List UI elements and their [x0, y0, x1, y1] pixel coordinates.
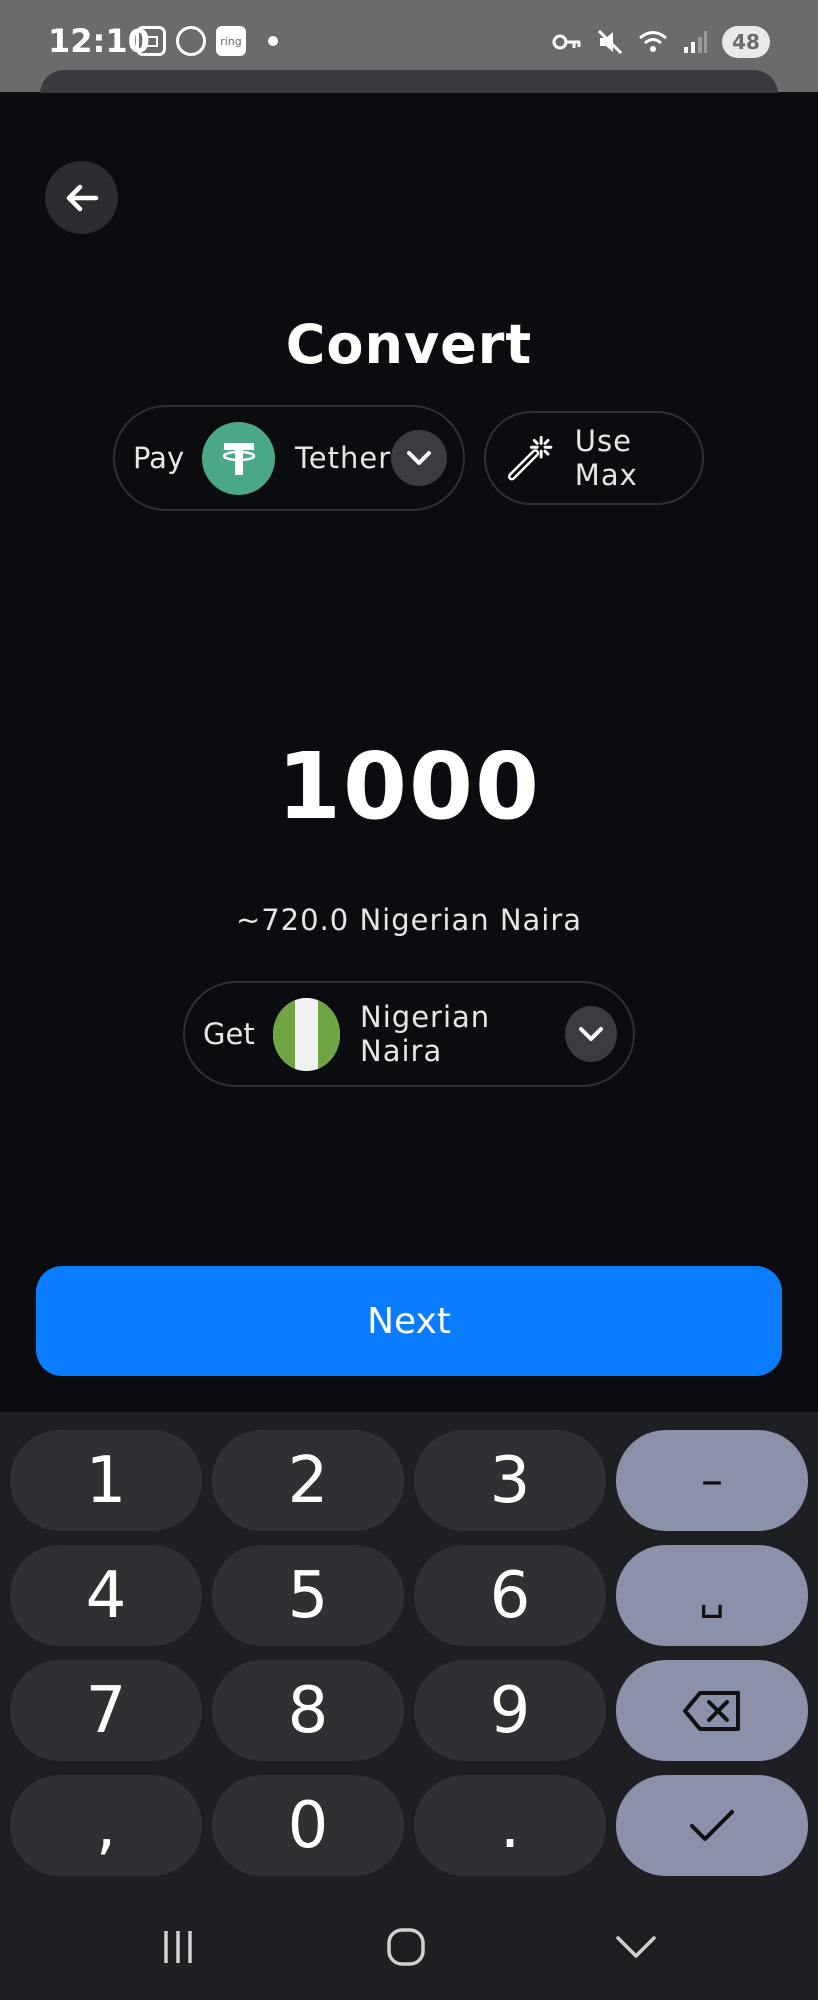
- key-7[interactable]: 7: [10, 1660, 202, 1761]
- get-currency-name: Nigerian Naira: [360, 1000, 491, 1068]
- pay-currency-selector[interactable]: Pay Tether: [113, 405, 465, 511]
- status-notification-icons: ring: [136, 26, 278, 56]
- vpn-key-icon: [552, 34, 581, 50]
- home-button[interactable]: [366, 1917, 446, 1977]
- key-3[interactable]: 3: [414, 1430, 606, 1531]
- pay-currency-name: Tether: [294, 441, 392, 475]
- get-dropdown-button[interactable]: [565, 1006, 617, 1062]
- page-title: Convert: [285, 313, 533, 376]
- numeric-keypad: 1 2 3 – 4 5 6 ␣ 7 8 9 , 0 .: [0, 1412, 818, 1897]
- recent-apps-icon: [164, 1931, 192, 1963]
- key-9[interactable]: 9: [414, 1660, 606, 1761]
- arrow-left-icon: [66, 184, 98, 211]
- get-currency-selector[interactable]: Get Nigerian Naira: [183, 981, 635, 1087]
- pay-label: Pay: [133, 441, 185, 475]
- converted-estimate: ~720.0 Nigerian Naira: [235, 903, 583, 937]
- key-4[interactable]: 4: [10, 1545, 202, 1646]
- key-minus[interactable]: –: [616, 1430, 808, 1531]
- use-max-label: Use Max: [574, 424, 638, 492]
- hide-keyboard-button[interactable]: [596, 1917, 676, 1977]
- convert-sheet: Convert Pay Tether Use Max 1000 ~720.0 N…: [0, 93, 818, 1413]
- backspace-icon: [683, 1690, 740, 1731]
- key-comma[interactable]: ,: [10, 1775, 202, 1876]
- amount-display: 1000: [276, 733, 542, 840]
- use-max-button[interactable]: Use Max: [484, 411, 704, 505]
- hide-keyboard-icon: [616, 1936, 656, 1958]
- home-icon: [387, 1928, 425, 1966]
- signal-icon: [684, 31, 707, 53]
- tether-icon: [202, 421, 275, 495]
- chevron-down-icon: [579, 1027, 604, 1041]
- recent-apps-button[interactable]: [138, 1917, 218, 1977]
- key-backspace[interactable]: [616, 1660, 808, 1761]
- notification-dot: [268, 36, 278, 46]
- status-system-icons: 48: [552, 26, 770, 58]
- battery-icon: 48: [722, 26, 770, 58]
- key-0[interactable]: 0: [212, 1775, 404, 1876]
- status-time: 12:10: [48, 22, 150, 60]
- key-done[interactable]: [616, 1775, 808, 1876]
- key-8[interactable]: 8: [212, 1660, 404, 1761]
- whatsapp-icon: [176, 26, 206, 56]
- key-1[interactable]: 1: [10, 1430, 202, 1531]
- wifi-icon: [639, 31, 667, 52]
- back-button[interactable]: [45, 161, 118, 234]
- key-period[interactable]: .: [414, 1775, 606, 1876]
- mute-icon: [597, 29, 623, 55]
- pay-dropdown-button[interactable]: [391, 430, 447, 486]
- key-space[interactable]: ␣: [616, 1545, 808, 1646]
- magic-wand-icon: [507, 436, 553, 481]
- key-6[interactable]: 6: [414, 1545, 606, 1646]
- next-button[interactable]: Next: [36, 1266, 782, 1376]
- nigeria-flag-icon: [272, 997, 341, 1071]
- key-2[interactable]: 2: [212, 1430, 404, 1531]
- screenshot-icon: [136, 26, 166, 56]
- key-5[interactable]: 5: [212, 1545, 404, 1646]
- ring-icon: ring: [216, 26, 246, 56]
- checkmark-icon: [690, 1809, 734, 1841]
- get-label: Get: [203, 1017, 255, 1051]
- chevron-down-icon: [407, 451, 432, 465]
- system-navbar: [0, 1897, 818, 2000]
